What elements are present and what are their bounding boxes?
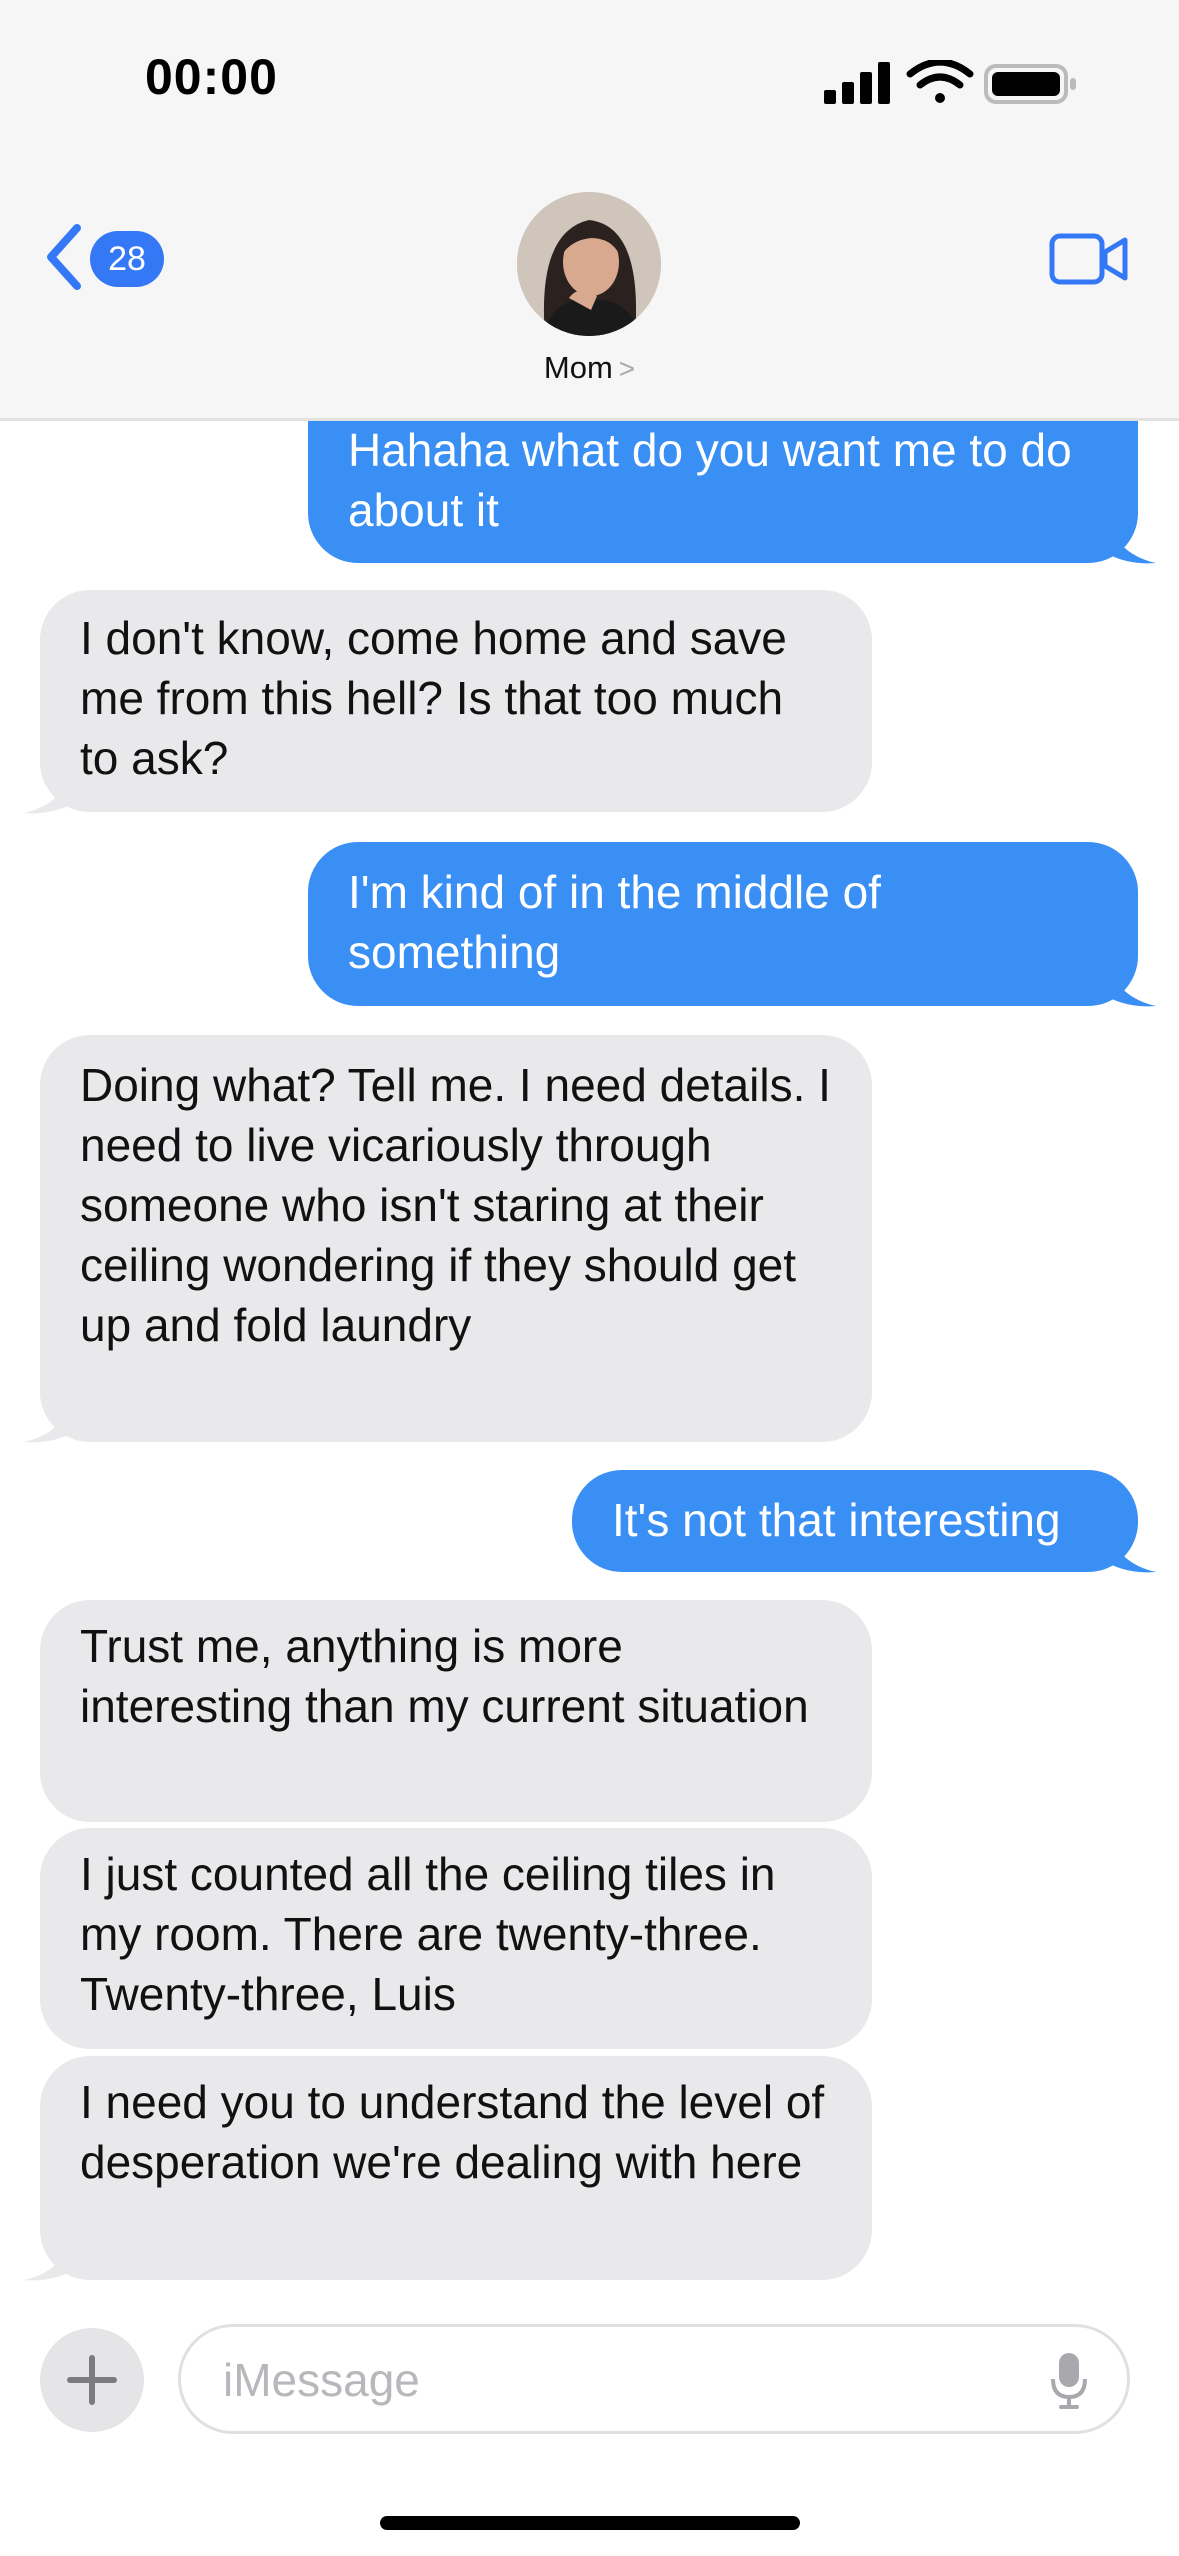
message-text: I need you to understand the level of de… [80,2076,825,2188]
message-bubble-sent[interactable]: It's not that interesting [572,1470,1138,1572]
plus-icon [67,2355,117,2405]
message-text: I just counted all the ceiling tiles in … [80,1848,776,2020]
compose-bar: iMessage [0,2320,1179,2440]
message-text: Doing what? Tell me. I need details. I n… [80,1059,831,1351]
back-button[interactable]: 28 [45,222,164,292]
microphone-icon[interactable] [1049,2351,1089,2411]
message-bubble-received[interactable]: I need you to understand the level of de… [40,2056,872,2280]
message-input-placeholder: iMessage [223,2354,420,2406]
message-bubble-received[interactable]: Doing what? Tell me. I need details. I n… [40,1035,872,1442]
signal-icon [824,62,890,104]
home-indicator [380,2516,800,2530]
conversation-header: 00:00 28 Mom > [0,0,1179,421]
status-icons [824,60,1076,104]
bubble-tail [24,775,70,814]
chevron-right-icon: > [618,353,636,384]
message-bubble-sent[interactable]: I'm kind of in the middle of something [308,842,1138,1006]
chevron-left-icon [47,224,81,290]
contact-name-button[interactable]: Mom > [0,350,1179,386]
message-text: Trust me, anything is more interesting t… [80,1620,809,1732]
bubble-tail [1110,525,1156,564]
message-text: It's not that interesting [612,1494,1061,1546]
message-input[interactable]: iMessage [178,2324,1130,2434]
battery-icon [984,64,1076,104]
status-time: 00:00 [145,49,278,105]
bubble-tail [1110,1534,1156,1573]
message-bubble-received[interactable]: I don't know, come home and save me from… [40,590,872,812]
message-text: Hahaha what do you want me to do about i… [348,424,1072,536]
unread-count-badge: 28 [90,231,164,287]
message-bubble-received[interactable]: I just counted all the ceiling tiles in … [40,1828,872,2049]
bubble-tail [24,1404,70,1443]
bubble-tail [24,2242,70,2281]
video-call-icon[interactable] [1049,232,1129,286]
message-bubble-received[interactable]: Trust me, anything is more interesting t… [40,1600,872,1822]
add-attachment-button[interactable] [40,2328,144,2432]
message-bubble-sent[interactable]: Hahaha what do you want me to do about i… [308,400,1138,563]
bubble-tail [1110,968,1156,1007]
avatar-photo [517,192,661,336]
message-text: I don't know, come home and save me from… [80,612,787,784]
contact-avatar[interactable] [517,192,661,336]
message-text: I'm kind of in the middle of something [348,866,881,978]
contact-name: Mom [543,350,613,385]
wifi-icon [906,60,974,103]
